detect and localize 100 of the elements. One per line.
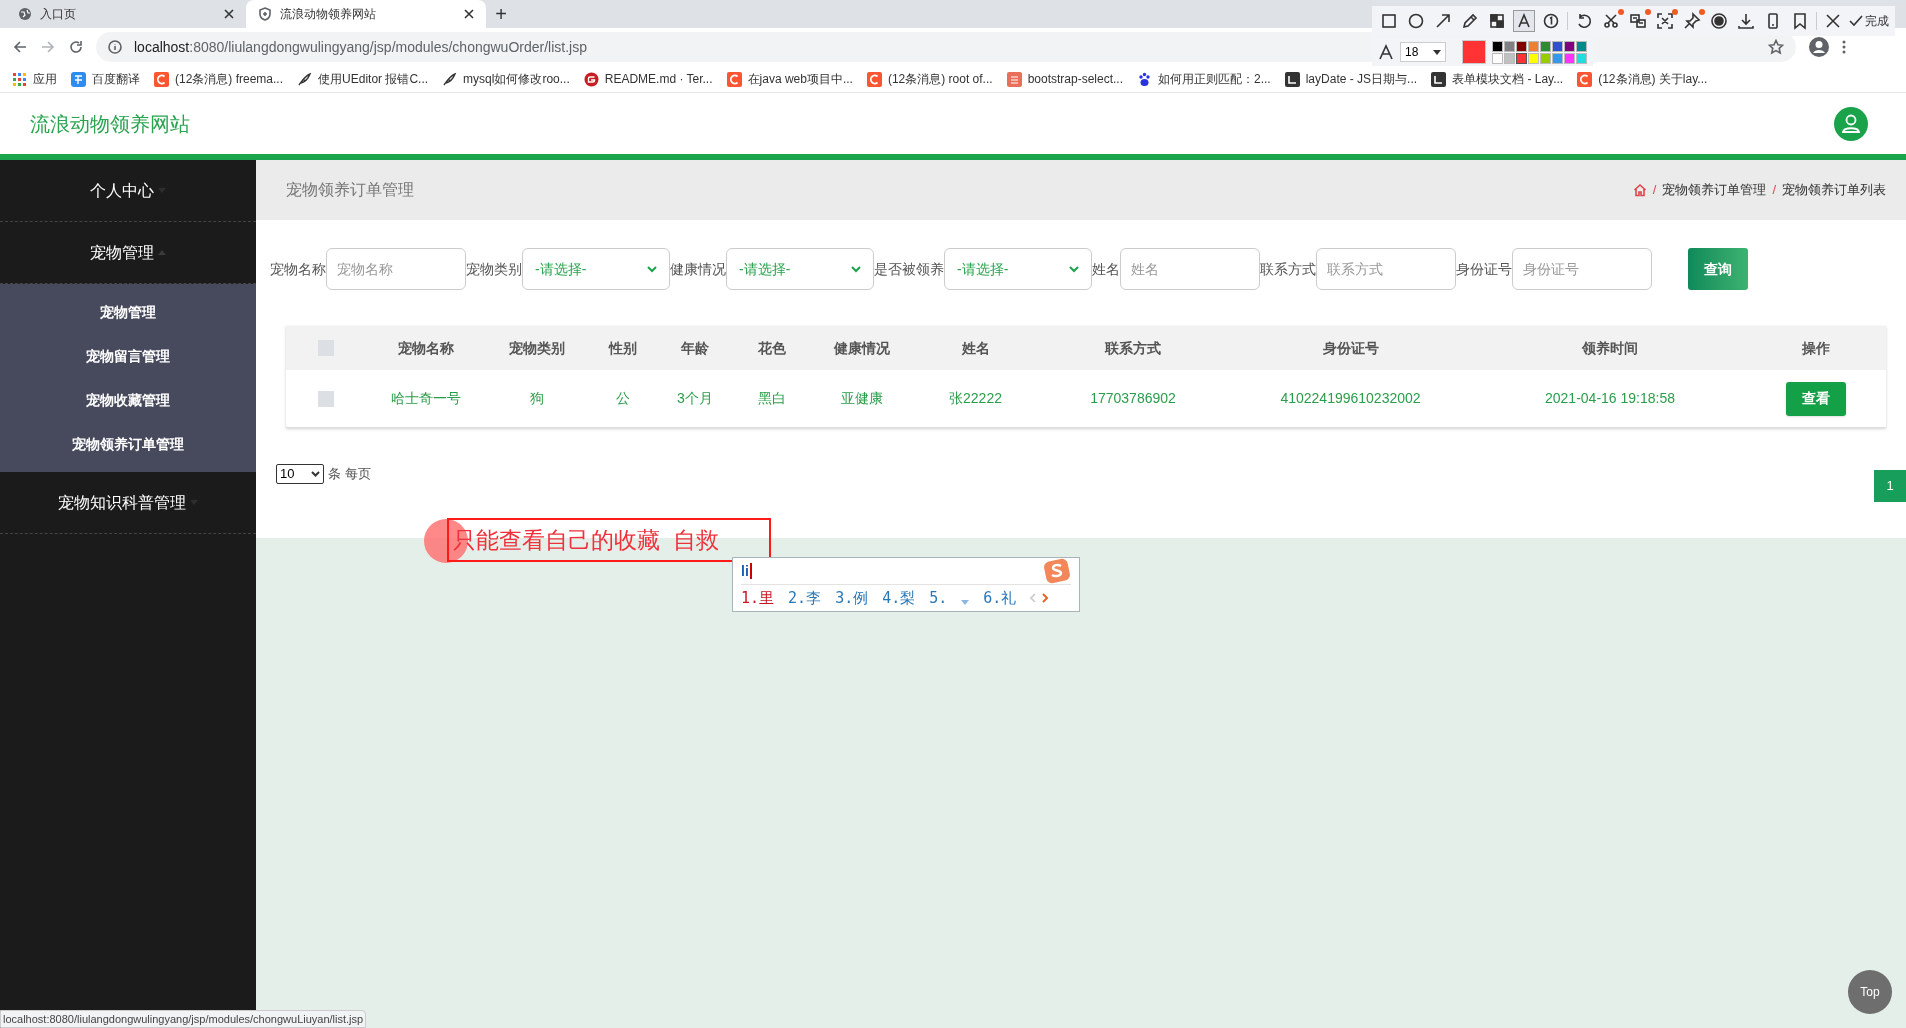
column-header: 姓名 <box>960 338 991 358</box>
table-cell-text: 张22222 <box>949 389 1002 408</box>
close-icon[interactable] <box>464 9 474 19</box>
page-size-select[interactable]: 10 <box>276 464 324 484</box>
bookmark-item[interactable]: 在java web项目中... <box>726 70 853 88</box>
ime-candidate[interactable]: 2.李 <box>788 586 822 610</box>
breadcrumb-link[interactable]: 宠物领养订单列表 <box>1782 180 1886 200</box>
table-cell-text: 黑白 <box>758 389 786 408</box>
field-label: 身份证号 <box>1456 259 1512 279</box>
bookmark-item[interactable]: 表单模块文档 - Lay... <box>1431 70 1564 88</box>
submenu-item[interactable]: 宠物留言管理 <box>0 334 256 378</box>
color-swatch[interactable] <box>1492 40 1503 52</box>
back-icon[interactable] <box>12 39 28 55</box>
translate-icon <box>1629 12 1647 30</box>
ime-candidate[interactable]: 3.例 <box>835 586 869 610</box>
bookmark-item[interactable]: (12条消息) root of... <box>866 70 993 88</box>
toolbar-button[interactable] <box>1513 10 1535 32</box>
bookmark-item[interactable]: 应用 <box>12 70 57 88</box>
submenu-item[interactable]: 宠物管理 <box>0 290 256 334</box>
new-tab-button[interactable]: + <box>486 0 516 28</box>
ime-candidate[interactable]: 6.礼 <box>983 586 1017 610</box>
letter-c-favicon-icon <box>1577 71 1593 87</box>
user-avatar-icon[interactable] <box>1834 106 1868 141</box>
bookmark-item[interactable]: 如何用正则匹配：2... <box>1137 70 1271 88</box>
submenu-item[interactable]: 宠物领养订单管理 <box>0 422 256 466</box>
color-swatch[interactable] <box>1504 40 1515 52</box>
reload-icon[interactable] <box>68 39 84 55</box>
home-icon[interactable] <box>1632 183 1647 197</box>
chevron-down-icon <box>1069 265 1079 273</box>
bookmark-item[interactable]: bootstrap-select... <box>1006 70 1123 88</box>
search-field[interactable]: 姓名 <box>1120 248 1260 290</box>
page-size-label: 条 每页 <box>328 465 371 484</box>
apps-grid-icon <box>12 71 27 87</box>
g-circle-favicon-icon <box>583 71 599 87</box>
table-cell-text: 410224199610232002 <box>1280 389 1421 408</box>
color-swatch[interactable] <box>1540 40 1551 52</box>
current-color-swatch[interactable] <box>1462 40 1486 64</box>
color-swatch[interactable] <box>1576 52 1587 64</box>
ime-candidate[interactable]: 4.梨 <box>882 586 916 610</box>
jian-favicon-icon <box>1006 71 1022 87</box>
color-swatch[interactable] <box>1516 52 1527 64</box>
color-swatch[interactable] <box>1564 52 1575 64</box>
search-field[interactable]: 身份证号 <box>1512 248 1652 290</box>
chevron-down-icon <box>647 265 657 273</box>
close-icon <box>1824 12 1842 30</box>
bookmark-item[interactable]: 百度翻译 <box>71 70 140 88</box>
column-header: 操作 <box>1800 338 1831 358</box>
bookmark-item[interactable]: layDate - JS日期与... <box>1284 70 1418 88</box>
color-swatch[interactable] <box>1564 40 1575 52</box>
caret-down-icon <box>1433 49 1441 55</box>
ime-candidate[interactable]: 5. <box>929 586 948 610</box>
search-field[interactable]: 联系方式 <box>1316 248 1456 290</box>
bookmark-item[interactable]: 使用UEditor 报错C... <box>297 70 429 88</box>
toolbar-button[interactable] <box>1654 10 1676 32</box>
bookmark-item[interactable]: mysql如何修改roo... <box>442 70 570 88</box>
bookmark-item[interactable]: (12条消息) freema... <box>154 70 284 88</box>
diagonal-arrow-icon <box>1434 12 1452 30</box>
rectangle-icon <box>1380 12 1398 30</box>
color-swatch[interactable] <box>1540 52 1551 64</box>
circle-icon <box>1407 12 1425 30</box>
search-field[interactable]: 宠物名称 <box>326 248 466 290</box>
letter-c-favicon-icon <box>866 71 882 87</box>
color-swatch[interactable] <box>1576 40 1587 52</box>
row-checkbox[interactable] <box>317 390 334 407</box>
color-swatch[interactable] <box>1552 52 1563 64</box>
check-icon <box>1849 14 1863 28</box>
ime-candidate[interactable]: 1.里 <box>741 586 775 610</box>
site-title: 流浪动物领养网站 <box>30 111 190 137</box>
field-label: 姓名 <box>1092 259 1120 279</box>
color-swatch[interactable] <box>1516 40 1527 52</box>
search-button[interactable]: 查询 <box>1688 248 1748 290</box>
tab-title: 流浪动物领养网站 <box>280 6 377 23</box>
more-icon[interactable] <box>1842 39 1846 55</box>
bookmark-item[interactable]: (12条消息) 关于lay... <box>1577 70 1708 88</box>
browser-tab[interactable]: 流浪动物领养网站 <box>246 0 486 28</box>
checker-square-icon <box>1488 12 1506 30</box>
field-label: 是否被领养 <box>874 259 944 279</box>
done-button[interactable]: 完成 <box>1849 12 1889 30</box>
star-icon[interactable] <box>1768 39 1784 55</box>
bookmark-item[interactable]: README.md · Ter... <box>583 70 713 88</box>
page-right-icon[interactable] <box>1042 593 1049 603</box>
table-cell-text: 2021-04-16 19:18:58 <box>1545 389 1675 408</box>
caret-up-icon <box>158 250 166 255</box>
color-swatch[interactable] <box>1528 52 1539 64</box>
color-swatch[interactable] <box>1552 40 1563 52</box>
submenu-item[interactable]: 宠物收藏管理 <box>0 378 256 422</box>
translate-favicon-icon <box>71 71 86 87</box>
scissors-icon <box>1602 12 1620 30</box>
download-icon <box>1737 12 1755 30</box>
profile-icon[interactable] <box>1808 36 1830 58</box>
close-icon[interactable] <box>224 9 234 19</box>
breadcrumb-link[interactable]: 宠物领养订单管理 <box>1662 180 1767 200</box>
color-swatch[interactable] <box>1528 40 1539 52</box>
toolbar-button[interactable] <box>1708 10 1730 32</box>
feather-favicon-icon <box>442 71 458 87</box>
dark-square-favicon-icon <box>1431 71 1447 87</box>
color-swatch[interactable] <box>1492 52 1503 64</box>
font-size-select[interactable]: 18 <box>1400 42 1446 62</box>
color-swatch[interactable] <box>1504 52 1515 64</box>
status-url-text: localhost:8080/liulangdongwulingyang/jsp/modules/chongwuLiuyan/list.jsp <box>0 1010 367 1028</box>
